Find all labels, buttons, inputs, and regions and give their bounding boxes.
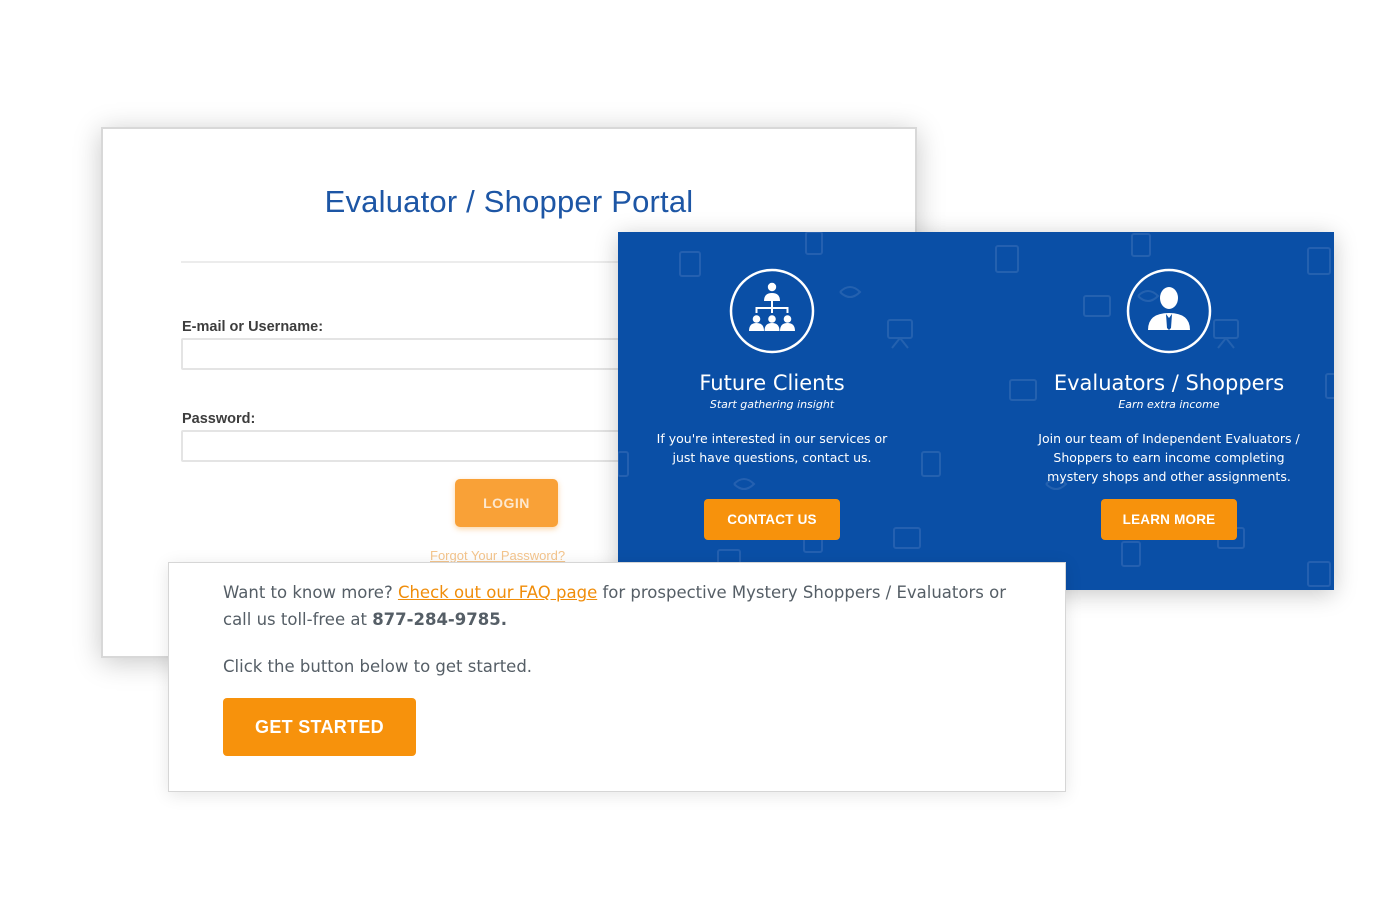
email-label: E-mail or Username: — [182, 319, 324, 335]
portal-title: Evaluator / Shopper Portal — [324, 184, 694, 219]
login-button[interactable]: LOGIN — [455, 479, 558, 527]
contact-us-button[interactable]: CONTACT US — [704, 499, 840, 540]
faq-paragraph: Want to know more? Check out our FAQ pag… — [223, 579, 1023, 633]
forgot-password-link[interactable]: Forgot Your Password? — [430, 548, 565, 563]
learn-more-button[interactable]: LEARN MORE — [1101, 499, 1237, 540]
get-started-button[interactable]: GET STARTED — [223, 698, 416, 756]
get-started-prompt: Click the button below to get started. — [223, 657, 533, 676]
password-label: Password: — [182, 411, 256, 427]
future-clients-subtitle: Start gathering insight — [709, 398, 835, 411]
promo-card: Future Clients Start gathering insight I… — [618, 232, 1334, 590]
phone-number: 877-284-9785. — [372, 610, 507, 629]
evaluators-shoppers-subtitle: Earn extra income — [1118, 398, 1220, 411]
evaluators-shoppers-description: Join our team of Independent Evaluators … — [1038, 431, 1300, 484]
info-card: Want to know more? Check out our FAQ pag… — [168, 562, 1066, 792]
faq-link[interactable]: Check out our FAQ page — [398, 583, 597, 602]
future-clients-description: If you're interested in our services or … — [656, 431, 888, 465]
business-person-icon — [1126, 268, 1212, 354]
future-clients-column: Future Clients Start gathering insight I… — [622, 232, 922, 590]
org-chart-icon — [729, 268, 815, 354]
future-clients-title: Future Clients — [699, 371, 845, 395]
faq-intro-text: Want to know more? — [223, 583, 393, 602]
evaluators-shoppers-column: Evaluators / Shoppers Earn extra income … — [1019, 232, 1319, 590]
evaluators-shoppers-title: Evaluators / Shoppers — [1053, 371, 1285, 395]
